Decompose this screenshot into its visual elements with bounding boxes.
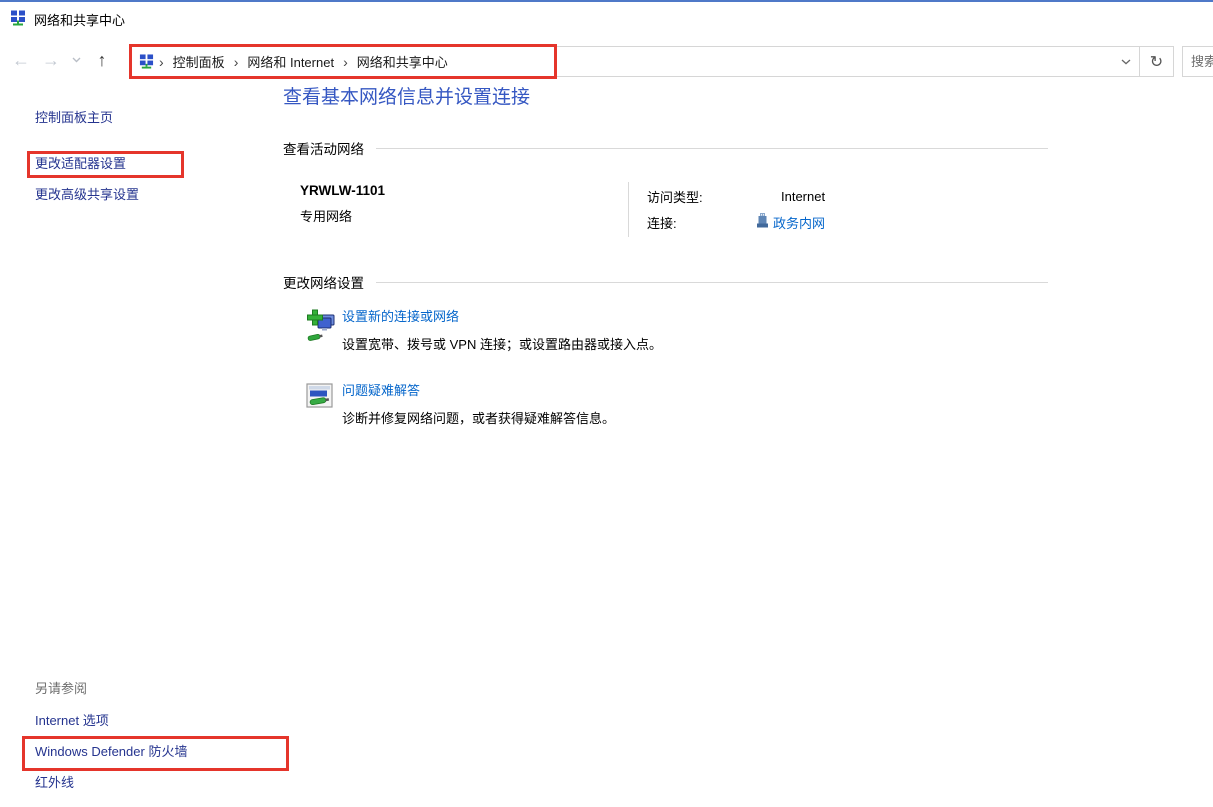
task-setup-new-connection: 设置新的连接或网络 设置宽带、拨号或 VPN 连接；或设置路由器或接入点。 — [306, 309, 1048, 353]
sidebar-item-control-panel-home[interactable]: 控制面板主页 — [35, 110, 139, 126]
task-description: 设置宽带、拨号或 VPN 连接；或设置路由器或接入点。 — [342, 337, 662, 353]
breadcrumb-separator-icon: › — [158, 54, 165, 70]
network-center-icon — [10, 10, 26, 29]
active-network-block: YRWLW-1101 专用网络 访问类型: Internet 连接: — [283, 182, 1048, 237]
section-rule — [376, 148, 1048, 149]
refresh-button[interactable]: ↻ — [1139, 47, 1173, 76]
window-title: 网络和共享中心 — [34, 10, 125, 29]
sidebar-item-change-adapter[interactable]: 更改适配器设置 — [35, 156, 139, 172]
main-content: 查看基本网络信息并设置连接 查看活动网络 YRWLW-1101 专用网络 访问类… — [283, 86, 1048, 427]
section-rule — [376, 282, 1048, 283]
see-also-infrared[interactable]: 红外线 — [35, 775, 187, 791]
network-center-icon-small — [139, 54, 154, 69]
section-title: 更改网络设置 — [283, 272, 364, 292]
recent-pages-chevron-icon[interactable] — [66, 57, 86, 63]
troubleshoot-icon — [306, 383, 336, 427]
search-box[interactable] — [1182, 46, 1213, 77]
title-bar: 网络和共享中心 — [0, 2, 1213, 36]
ethernet-icon — [757, 213, 768, 231]
see-also-header: 另请参阅 — [35, 681, 187, 697]
connection-link[interactable]: 政务内网 — [773, 213, 825, 232]
task-link-troubleshoot[interactable]: 问题疑难解答 — [342, 383, 420, 399]
network-sharing-center-window: 网络和共享中心 ← → ↑ › 控制面板 › 网 — [0, 0, 1213, 807]
address-bar[interactable]: › 控制面板 › 网络和 Internet › 网络和共享中心 ↻ — [131, 46, 1174, 77]
see-also-internet-options[interactable]: Internet 选项 — [35, 713, 187, 729]
up-button[interactable]: ↑ — [86, 51, 118, 69]
breadcrumb-control-panel[interactable]: 控制面板 — [165, 52, 233, 71]
task-troubleshoot: 问题疑难解答 诊断并修复网络问题，或者获得疑难解答信息。 — [306, 383, 1048, 427]
network-name: YRWLW-1101 — [300, 182, 628, 199]
sidebar: 控制面板主页 更改适配器设置 更改高级共享设置 — [35, 110, 139, 203]
access-type-label: 访问类型: — [647, 187, 757, 206]
section-title: 查看活动网络 — [283, 138, 364, 158]
address-breadcrumb[interactable]: › 控制面板 › 网络和 Internet › 网络和共享中心 — [132, 47, 1113, 76]
network-profile: 专用网络 — [300, 209, 628, 225]
forward-button[interactable]: → — [36, 51, 66, 69]
task-list: 设置新的连接或网络 设置宽带、拨号或 VPN 连接；或设置路由器或接入点。 — [283, 309, 1048, 427]
see-also-windows-defender-firewall[interactable]: Windows Defender 防火墙 — [35, 744, 187, 760]
connection-label: 连接: — [647, 213, 757, 232]
task-description: 诊断并修复网络问题，或者获得疑难解答信息。 — [342, 411, 615, 427]
section-view-active-networks: 查看活动网络 — [283, 138, 1048, 158]
see-also-panel: 另请参阅 Internet 选项 Windows Defender 防火墙 红外… — [35, 681, 187, 806]
search-input[interactable] — [1183, 47, 1213, 76]
access-type-value: Internet — [757, 189, 825, 204]
new-connection-icon — [306, 309, 336, 353]
page-title: 查看基本网络信息并设置连接 — [283, 86, 1048, 110]
address-dropdown-chevron-icon[interactable] — [1113, 47, 1139, 76]
sidebar-item-advanced-sharing[interactable]: 更改高级共享设置 — [35, 187, 139, 203]
task-link-setup-new-connection[interactable]: 设置新的连接或网络 — [342, 309, 459, 325]
breadcrumb-separator-icon: › — [342, 54, 349, 70]
breadcrumb-network-sharing-center[interactable]: 网络和共享中心 — [349, 52, 456, 71]
back-button[interactable]: ← — [6, 51, 36, 69]
breadcrumb-network-internet[interactable]: 网络和 Internet — [239, 52, 342, 71]
section-change-network-settings: 更改网络设置 — [283, 272, 1048, 292]
breadcrumb-separator-icon: › — [233, 54, 240, 70]
